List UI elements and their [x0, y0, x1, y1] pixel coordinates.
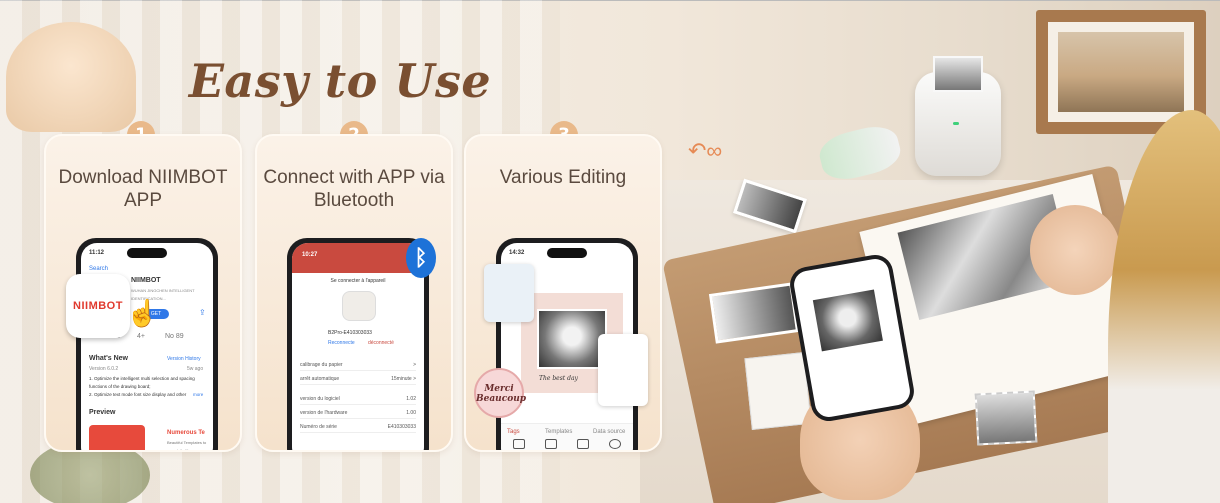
back-search-link[interactable]: Search	[89, 265, 108, 273]
binder-note-card	[744, 352, 812, 430]
share-icon[interactable]: ⇪	[199, 309, 206, 317]
emoji-tool-icon[interactable]	[609, 439, 621, 449]
label-printer-image	[915, 56, 1001, 176]
release-notes-2: 2. Optimize text mode font size display …	[89, 392, 187, 397]
disconnect-button[interactable]: déconnecté	[368, 339, 394, 347]
step-title-2: Connect with APP via Bluetooth	[263, 167, 445, 211]
picture-tool-icon[interactable]	[577, 439, 589, 449]
stamp-photo	[974, 390, 1038, 446]
tab-data-source[interactable]: Data source	[593, 428, 625, 436]
stamp-stickers	[598, 334, 648, 406]
canvas-caption[interactable]: The best day	[539, 375, 578, 383]
step-title-3: Various Editing	[499, 167, 627, 188]
phone-screen: 10:27 Se connecter à l'appareil B2Pro-E4…	[292, 243, 424, 450]
version-age: 5w ago	[187, 366, 204, 372]
settings-row: Numéro de série E410303033	[300, 421, 416, 433]
printer-output-photo	[933, 56, 983, 92]
hand-image	[1030, 205, 1120, 295]
printer-led	[953, 122, 959, 125]
release-notes-1: 1. Optimize the intelligent multi select…	[89, 376, 195, 389]
bluetooth-icon: ᛒ	[406, 238, 436, 278]
settings-row[interactable]: calibrage du papier >	[300, 359, 416, 371]
phone-bluetooth: 10:27 Se connecter à l'appareil B2Pro-E4…	[287, 238, 429, 450]
status-time: 10:27	[302, 252, 318, 258]
whats-new-heading: What's New	[89, 355, 129, 362]
settings-row[interactable]: arrêt automatique 15minute >	[300, 373, 416, 385]
merci-sticker: Merci Beaucoup	[474, 368, 526, 418]
curl-arrow-icon: ↶∞	[688, 138, 723, 163]
preview-heading: Preview	[89, 409, 116, 416]
connect-header: Se connecter à l'appareil	[330, 278, 386, 284]
woman-image	[1108, 110, 1220, 503]
promo-title: Numerous Te	[167, 430, 205, 436]
dynamic-island	[547, 248, 587, 258]
printer-thumbnail	[342, 291, 376, 321]
image-tool-icon[interactable]	[545, 439, 557, 449]
app-name: NIIMBOT	[131, 277, 161, 284]
device-id: B2Pro-E410303033	[328, 330, 372, 336]
editor-tabbar: Tags Templates Data source	[501, 423, 633, 450]
status-time: 11:12	[89, 250, 105, 256]
settings-row: version du logiciel 1.02	[300, 393, 416, 405]
step-title-1: Download NIIMBOT APP	[58, 167, 228, 211]
version-history-link[interactable]: Version History	[167, 355, 201, 363]
settings-row: version de l'hardware 1.00	[300, 407, 416, 419]
chart-rank: No 89	[165, 333, 184, 340]
version-label: Version 6.0.2	[89, 366, 119, 372]
logo-text: NIIMBOT	[73, 300, 123, 312]
preview-image	[89, 425, 145, 450]
phone-in-hand-screen	[791, 256, 913, 420]
niimbot-app-logo: NIIMBOT	[66, 274, 130, 338]
phone-dog-photo	[812, 289, 883, 352]
tab-templates[interactable]: Templates	[545, 428, 572, 436]
text-tool-icon[interactable]	[513, 439, 525, 449]
reconnect-button[interactable]: Reconnecte	[328, 339, 355, 347]
tap-hand-icon: ☝	[126, 298, 159, 328]
page-title: Easy to Use	[188, 54, 492, 108]
phone-app-store: 11:12 Search NIIMBOT WUHAN JINGCHEN INTE…	[76, 238, 218, 452]
more-link[interactable]: more	[193, 391, 203, 399]
tab-tags[interactable]: Tags	[507, 428, 520, 436]
dog-photo[interactable]	[537, 309, 607, 369]
step-card-2: Connect with APP via Bluetooth 10:27 Se …	[255, 134, 453, 452]
promo-subtitle: Beautiful Templates to your daily life	[167, 440, 207, 452]
product-banner: Easy to Use 1 Download NIIMBOT APP 11:12…	[0, 0, 1220, 503]
dynamic-island	[127, 248, 167, 258]
label-roll-image	[815, 121, 905, 185]
status-time: 14:32	[509, 250, 525, 256]
bunny-sticker	[484, 264, 534, 322]
age-rating: 4+	[137, 333, 145, 340]
